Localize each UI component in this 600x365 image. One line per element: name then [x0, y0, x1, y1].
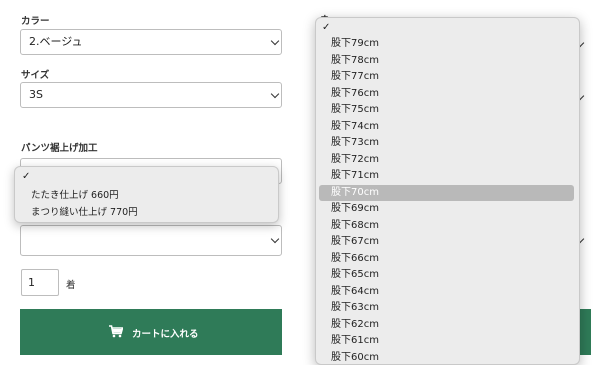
inseam-option[interactable]: 股下79cm — [319, 36, 574, 52]
size-select-value: 3S — [29, 88, 43, 101]
inseam-option[interactable]: 股下74cm — [319, 119, 574, 135]
inseam-option[interactable]: 股下72cm — [319, 152, 574, 168]
inseam-option[interactable]: 股下73cm — [319, 135, 574, 151]
color-label: カラー — [21, 13, 50, 27]
inseam-option[interactable]: 股下61cm — [319, 333, 574, 349]
inseam-option-selected[interactable]: 股下70cm — [319, 185, 574, 201]
inseam-option[interactable]: 股下77cm — [319, 69, 574, 85]
hem-label: パンツ裾上げ加工 — [21, 140, 97, 154]
add-to-cart-label: カートに入れる — [132, 326, 199, 340]
hem-option[interactable]: たたき仕上げ 660円 — [31, 187, 119, 201]
quantity-unit: 着 — [66, 277, 76, 291]
inseam-option[interactable]: 股下68cm — [319, 218, 574, 234]
inseam-dropdown-menu: ✓ 股下79cm 股下78cm 股下77cm 股下76cm 股下75cm 股下7… — [315, 17, 580, 365]
inseam-option[interactable]: 股下76cm — [319, 86, 574, 102]
hem-option[interactable]: まつり縫い仕上げ 770円 — [31, 204, 138, 218]
inseam-select[interactable] — [20, 225, 282, 256]
color-select[interactable]: 2.ベージュ — [20, 29, 282, 55]
size-label: サイズ — [21, 67, 49, 81]
chevron-down-icon — [271, 90, 279, 98]
inseam-option[interactable]: 股下67cm — [319, 234, 574, 250]
checkmark-icon: ✓ — [22, 171, 30, 182]
chevron-down-icon — [271, 235, 279, 243]
inseam-option[interactable]: 股下66cm — [319, 251, 574, 267]
inseam-option[interactable]: 股下75cm — [319, 102, 574, 118]
inseam-option[interactable]: 股下60cm — [319, 350, 574, 365]
chevron-down-icon — [271, 37, 279, 45]
inseam-option[interactable]: 股下64cm — [319, 284, 574, 300]
color-select-value: 2.ベージュ — [29, 35, 83, 48]
inseam-option[interactable]: 股下65cm — [319, 267, 574, 283]
size-select[interactable]: 3S — [20, 82, 282, 108]
hem-dropdown-menu: ✓ たたき仕上げ 660円 まつり縫い仕上げ 770円 — [14, 166, 279, 223]
inseam-option[interactable]: 股下63cm — [319, 300, 574, 316]
add-to-cart-button[interactable]: カートに入れる — [20, 309, 282, 355]
inseam-option[interactable]: 股下62cm — [319, 317, 574, 333]
quantity-input[interactable]: 1 — [21, 269, 59, 296]
inseam-option[interactable]: 股下69cm — [319, 201, 574, 217]
inseam-option[interactable]: 股下71cm — [319, 168, 574, 184]
checkmark-icon: ✓ — [322, 22, 330, 33]
inseam-option[interactable]: 股下78cm — [319, 53, 574, 69]
cart-icon — [109, 325, 123, 338]
